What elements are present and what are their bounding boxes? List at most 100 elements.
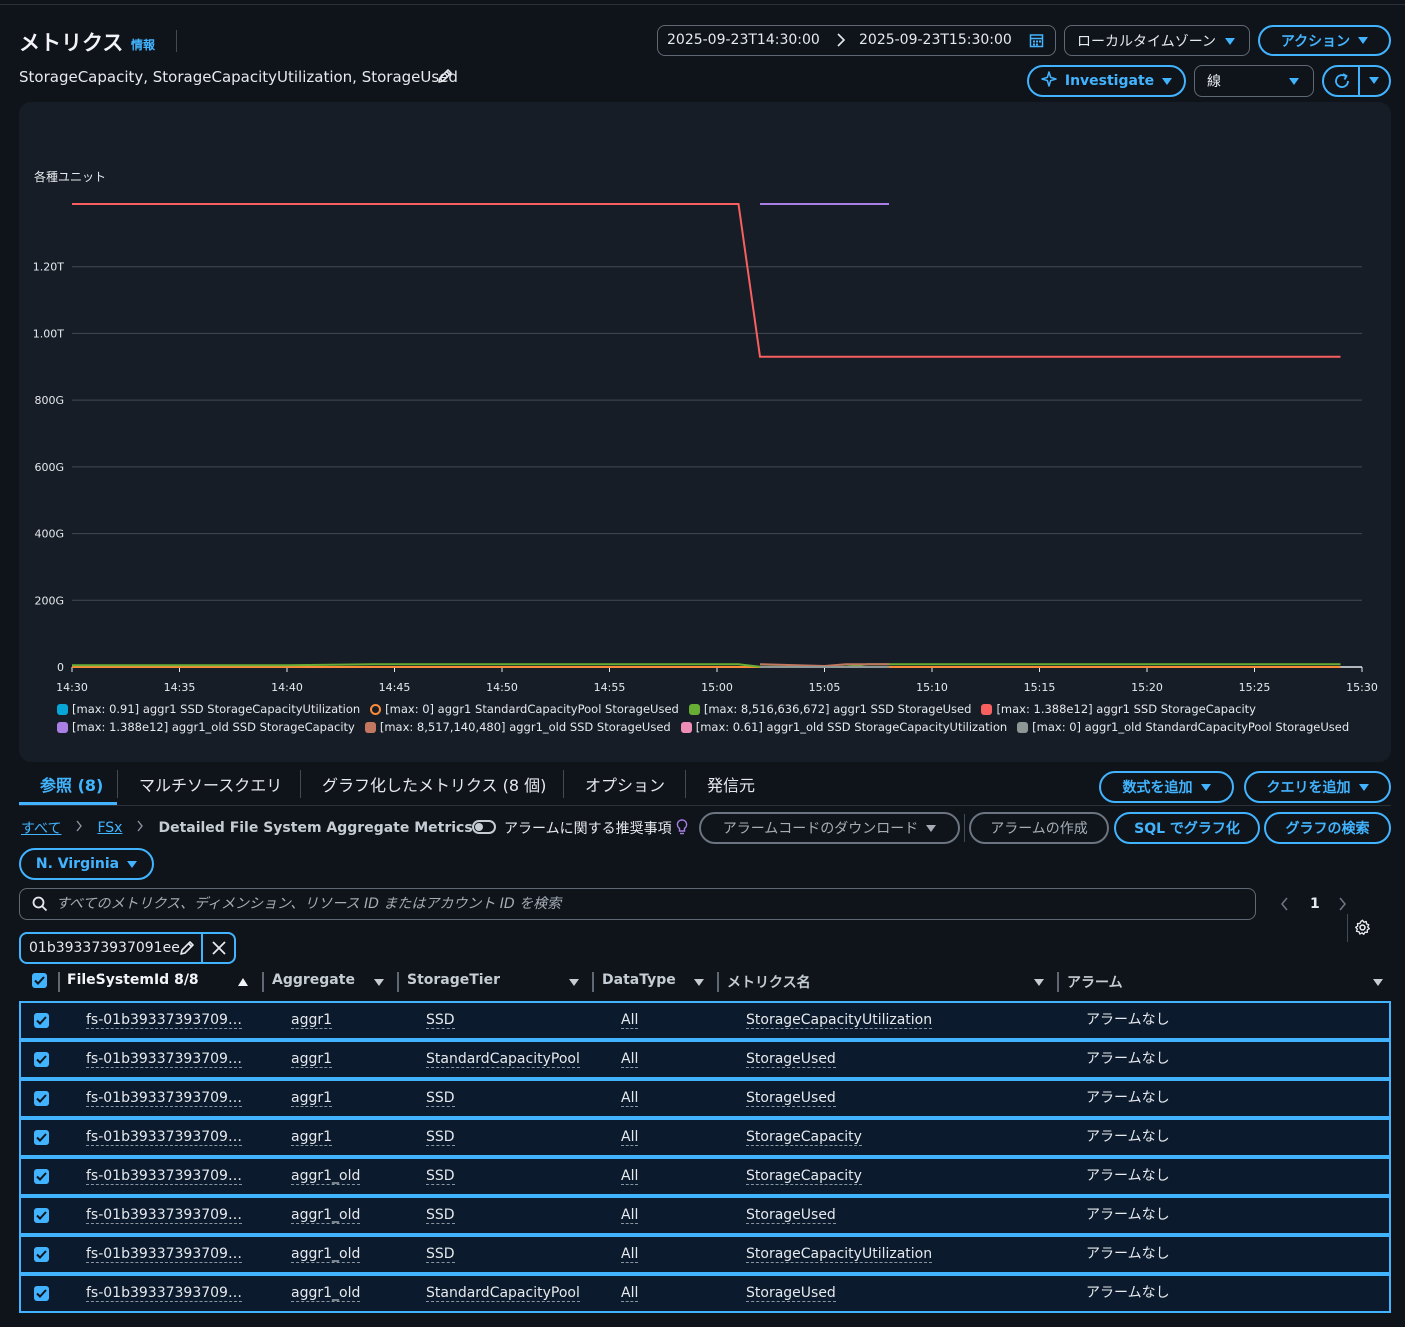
tab-source[interactable]: 発信元 [707,772,755,796]
select-all-checkbox[interactable] [32,973,47,988]
cell-storagetier[interactable]: SSD [426,1207,455,1224]
legend-item[interactable]: [max: 8,517,140,480] aggr1_old SSD Stora… [364,720,671,734]
cell-datatype[interactable]: All [621,1051,639,1068]
refresh-icon[interactable] [1333,72,1351,94]
tab-options[interactable]: オプション [585,772,665,796]
cell-filesystemid[interactable]: fs-01b39337393709… [86,1207,242,1224]
filter-token[interactable]: 01b393373937091ee [19,932,236,964]
timezone-select[interactable]: ローカルタイムゾーン [1064,25,1250,56]
sort-icon[interactable] [1373,979,1383,986]
legend-item[interactable]: [max: 0] aggr1_old StandardCapacityPool … [1017,720,1349,734]
cell-datatype[interactable]: All [621,1168,639,1185]
row-checkbox[interactable] [34,1169,49,1184]
cell-metric-name[interactable]: StorageUsed [746,1285,836,1302]
row-checkbox[interactable] [34,1130,49,1145]
breadcrumb-fsx[interactable]: FSx [97,820,122,836]
add-query-button[interactable]: クエリを追加 [1244,771,1391,803]
tab-multi-source-query[interactable]: マルチソースクエリ [139,772,282,796]
column-header-metric-name[interactable]: メトリクス名 [727,972,811,992]
cell-filesystemid[interactable]: fs-01b39337393709… [86,1012,242,1029]
info-link[interactable]: 情報 [131,36,155,53]
alarm-code-download-button[interactable]: アラームコードのダウンロード [699,812,960,844]
column-header-storagetier[interactable]: StorageTier [407,972,500,988]
chart-type-select[interactable]: 線 [1194,65,1314,97]
breadcrumb-all[interactable]: すべて [21,818,61,838]
sort-icon[interactable] [1034,979,1044,986]
legend-item[interactable]: [max: 0.61] aggr1_old SSD StorageCapacit… [680,720,1007,734]
tab-browse[interactable]: 参照 (8) [40,772,103,796]
pagination-prev-icon[interactable] [1280,896,1290,916]
cell-metric-name[interactable]: StorageUsed [746,1051,836,1068]
row-checkbox[interactable] [34,1247,49,1262]
cell-filesystemid[interactable]: fs-01b39337393709… [86,1051,242,1068]
row-checkbox[interactable] [34,1286,49,1301]
tab-graphed-metrics[interactable]: グラフ化したメトリクス (8 個) [322,772,546,796]
column-header-aggregate[interactable]: Aggregate [272,972,355,988]
metric-search-box[interactable] [19,888,1256,920]
legend-item[interactable]: [max: 8,516,636,672] aggr1 SSD StorageUs… [688,702,971,716]
table-row[interactable]: fs-01b39337393709… aggr1_old SSD All Storage… [19,1157,1391,1196]
cell-metric-name[interactable]: StorageUsed [746,1207,836,1224]
actions-button[interactable]: アクション [1258,25,1391,56]
cell-datatype[interactable]: All [621,1246,639,1263]
cell-datatype[interactable]: All [621,1129,639,1146]
row-checkbox[interactable] [34,1208,49,1223]
cell-aggregate[interactable]: aggr1 [291,1090,333,1107]
sort-icon[interactable] [569,979,579,986]
sort-ascending-icon[interactable] [238,978,248,986]
table-row[interactable]: fs-01b39337393709… aggr1 StandardCapacityP… [19,1040,1391,1079]
edit-title-icon[interactable] [437,68,453,88]
cell-storagetier[interactable]: StandardCapacityPool [426,1051,580,1068]
region-select-button[interactable]: N. Virginia [19,848,154,880]
cell-datatype[interactable]: All [621,1207,639,1224]
cell-storagetier[interactable]: SSD [426,1168,455,1185]
refresh-button-group[interactable] [1322,65,1391,97]
cell-metric-name[interactable]: StorageCapacity [746,1168,862,1185]
gear-icon[interactable] [1354,919,1371,940]
cell-filesystemid[interactable]: fs-01b39337393709… [86,1090,242,1107]
column-header-datatype[interactable]: DataType [602,972,676,988]
investigate-button[interactable]: Investigate [1027,65,1186,97]
pagination-page[interactable]: 1 [1310,896,1320,912]
cell-storagetier[interactable]: SSD [426,1012,455,1029]
cell-filesystemid[interactable]: fs-01b39337393709… [86,1246,242,1263]
cell-filesystemid[interactable]: fs-01b39337393709… [86,1129,242,1146]
cell-aggregate[interactable]: aggr1 [291,1129,333,1146]
sort-icon[interactable] [374,979,384,986]
table-row[interactable]: fs-01b39337393709… aggr1_old StandardCapac… [19,1274,1391,1313]
table-row[interactable]: fs-01b39337393709… aggr1_old SSD All Storage… [19,1196,1391,1235]
row-checkbox[interactable] [34,1091,49,1106]
sql-graph-button[interactable]: SQL でグラフ化 [1114,812,1260,844]
cell-storagetier[interactable]: SSD [426,1129,455,1146]
cell-storagetier[interactable]: SSD [426,1246,455,1263]
legend-item[interactable]: [max: 1.388e12] aggr1_old SSD StorageCap… [57,720,355,734]
cell-filesystemid[interactable]: fs-01b39337393709… [86,1168,242,1185]
row-checkbox[interactable] [34,1052,49,1067]
legend-item[interactable]: [max: 0.91] aggr1 SSD StorageCapacityUti… [57,702,360,716]
cell-aggregate[interactable]: aggr1_old [291,1285,361,1302]
search-input[interactable] [56,893,1246,915]
table-row[interactable]: fs-01b39337393709… aggr1 SSD All StorageUsed… [19,1079,1391,1118]
cell-metric-name[interactable]: StorageCapacity [746,1129,862,1146]
search-graph-button[interactable]: グラフの検索 [1264,812,1391,844]
time-range-picker[interactable]: 2025-09-23T14:30:00 2025-09-23T15:30:00 [657,25,1056,56]
column-header-alarm[interactable]: アラーム [1067,972,1123,992]
cell-aggregate[interactable]: aggr1_old [291,1168,361,1185]
cell-aggregate[interactable]: aggr1 [291,1012,333,1029]
close-icon[interactable] [211,940,227,960]
cell-storagetier[interactable]: StandardCapacityPool [426,1285,580,1302]
column-header-filesystemid[interactable]: FileSystemId 8/8 [67,972,199,988]
calendar-icon[interactable] [1029,33,1044,52]
caret-down-icon[interactable] [1369,77,1379,84]
edit-filter-icon[interactable] [179,940,195,960]
cell-aggregate[interactable]: aggr1_old [291,1246,361,1263]
legend-item[interactable]: [max: 0] aggr1 StandardCapacityPool Stor… [370,702,679,716]
table-row[interactable]: fs-01b39337393709… aggr1 SSD All StorageCapa… [19,1118,1391,1157]
table-row[interactable]: fs-01b39337393709… aggr1 SSD All StorageCapa… [19,1001,1391,1040]
table-row[interactable]: fs-01b39337393709… aggr1_old SSD All Storage… [19,1235,1391,1274]
pagination-next-icon[interactable] [1337,896,1347,916]
cell-metric-name[interactable]: StorageUsed [746,1090,836,1107]
cell-aggregate[interactable]: aggr1_old [291,1207,361,1224]
cell-filesystemid[interactable]: fs-01b39337393709… [86,1285,242,1302]
legend-item[interactable]: [max: 1.388e12] aggr1 SSD StorageCapacit… [981,702,1256,716]
